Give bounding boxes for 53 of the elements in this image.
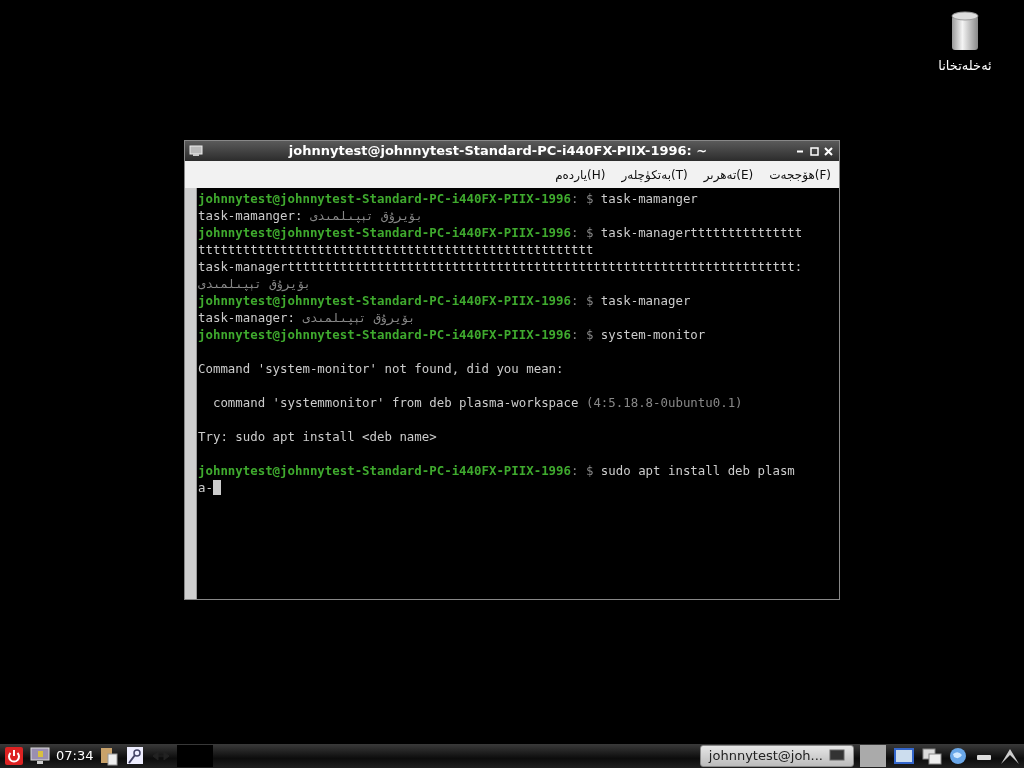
prompt-text: johnnytest@johnnytest-Standard-PC-i440FX-PIIX-1996 [198, 292, 571, 309]
globe-icon[interactable] [948, 746, 968, 766]
terminal-text: task-managerttttttttttttttt [600, 224, 803, 241]
prompt-text: johnnytest@johnnytest-Standard-PC-i440FX-PIIX-1996 [198, 326, 571, 343]
terminal-text: بۆيرۇق تېپىلمىدى [198, 275, 311, 292]
terminal-text: : $ [571, 462, 595, 479]
terminal-text: task-manager [600, 292, 691, 309]
terminal-text: : $ [571, 190, 595, 207]
menu-item[interactable]: بەتكۈچلەر(T) [621, 165, 688, 184]
menu-item[interactable]: ھۆججەت(F) [769, 165, 831, 184]
scrollbar[interactable] [185, 188, 197, 599]
search-icon[interactable] [125, 746, 146, 766]
terminal-text: (4:5.18.8-0ubuntu0.1) [585, 394, 743, 411]
maximize-icon [807, 144, 821, 158]
terminal-text: a- [198, 479, 213, 496]
terminal-icon [829, 749, 845, 763]
monitor-icon[interactable] [30, 746, 50, 766]
menu-item[interactable]: تەھرىر(E) [703, 165, 754, 184]
terminal-text: : $ [571, 326, 595, 343]
terminal-icon[interactable] [189, 145, 203, 157]
menu-item[interactable]: ياردەم(H) [555, 165, 606, 184]
terminal-text: بۆيرۇق تېپىلمىدى [309, 207, 423, 224]
terminal-text: : $ [571, 224, 595, 241]
windows-icon[interactable] [922, 746, 942, 766]
terminal-text: task-mamanger [600, 190, 698, 207]
window-title: johnnytest@johnnytest-Standard-PC-i440FX-PIIX-1996: ~ [287, 142, 709, 161]
prompt-text: johnnytest@johnnytest-Standard-PC-i440FX-PIIX-1996 [198, 462, 571, 479]
terminal-text: ttttttttttttttttttttttttttttttttttttttttttttttttttttt [198, 241, 594, 258]
clipboard-icon[interactable] [99, 746, 120, 766]
close-button[interactable] [821, 144, 835, 158]
terminal-text: task-manager: [198, 309, 296, 326]
clock[interactable]: 07:34 [56, 746, 94, 766]
text-cursor [212, 480, 221, 495]
desktop-icon-label[interactable]: ئەخلەتخانا [938, 56, 992, 76]
terminal-text: task-managertttttttttttttttttttttttttttttttttttttttttttttttttttttttttttttttttttt: [198, 258, 803, 275]
terminal-text: : $ [571, 292, 595, 309]
window-icon[interactable] [892, 746, 916, 766]
terminal-text: sudo apt install deb plasm [600, 462, 795, 479]
terminal-text: command 'systemmonitor' from deb plasma-workspace [211, 394, 580, 411]
prompt-text: johnnytest@johnnytest-Standard-PC-i440FX-PIIX-1996 [198, 224, 571, 241]
task-button[interactable]: johnnytest@joh... [699, 745, 854, 767]
trash-icon[interactable] [950, 10, 980, 52]
minimize-icon [796, 149, 804, 153]
close-icon [821, 144, 835, 158]
terminal-text: Try: sudo apt install <deb name> [198, 428, 437, 445]
terminal-text: task-mamanger: [198, 207, 304, 224]
maximize-button[interactable] [807, 144, 821, 158]
terminal-text: بۆيرۇق تېپىلمىدى [302, 309, 416, 326]
power-icon[interactable] [4, 746, 24, 766]
prompt-text: johnnytest@johnnytest-Standard-PC-i440FX-PIIX-1996 [198, 190, 571, 207]
tray-panel [860, 745, 886, 767]
terminal-text: system-monitor [600, 326, 706, 343]
terminal-text: Command 'system-monitor' not found, did you mean: [198, 360, 564, 377]
